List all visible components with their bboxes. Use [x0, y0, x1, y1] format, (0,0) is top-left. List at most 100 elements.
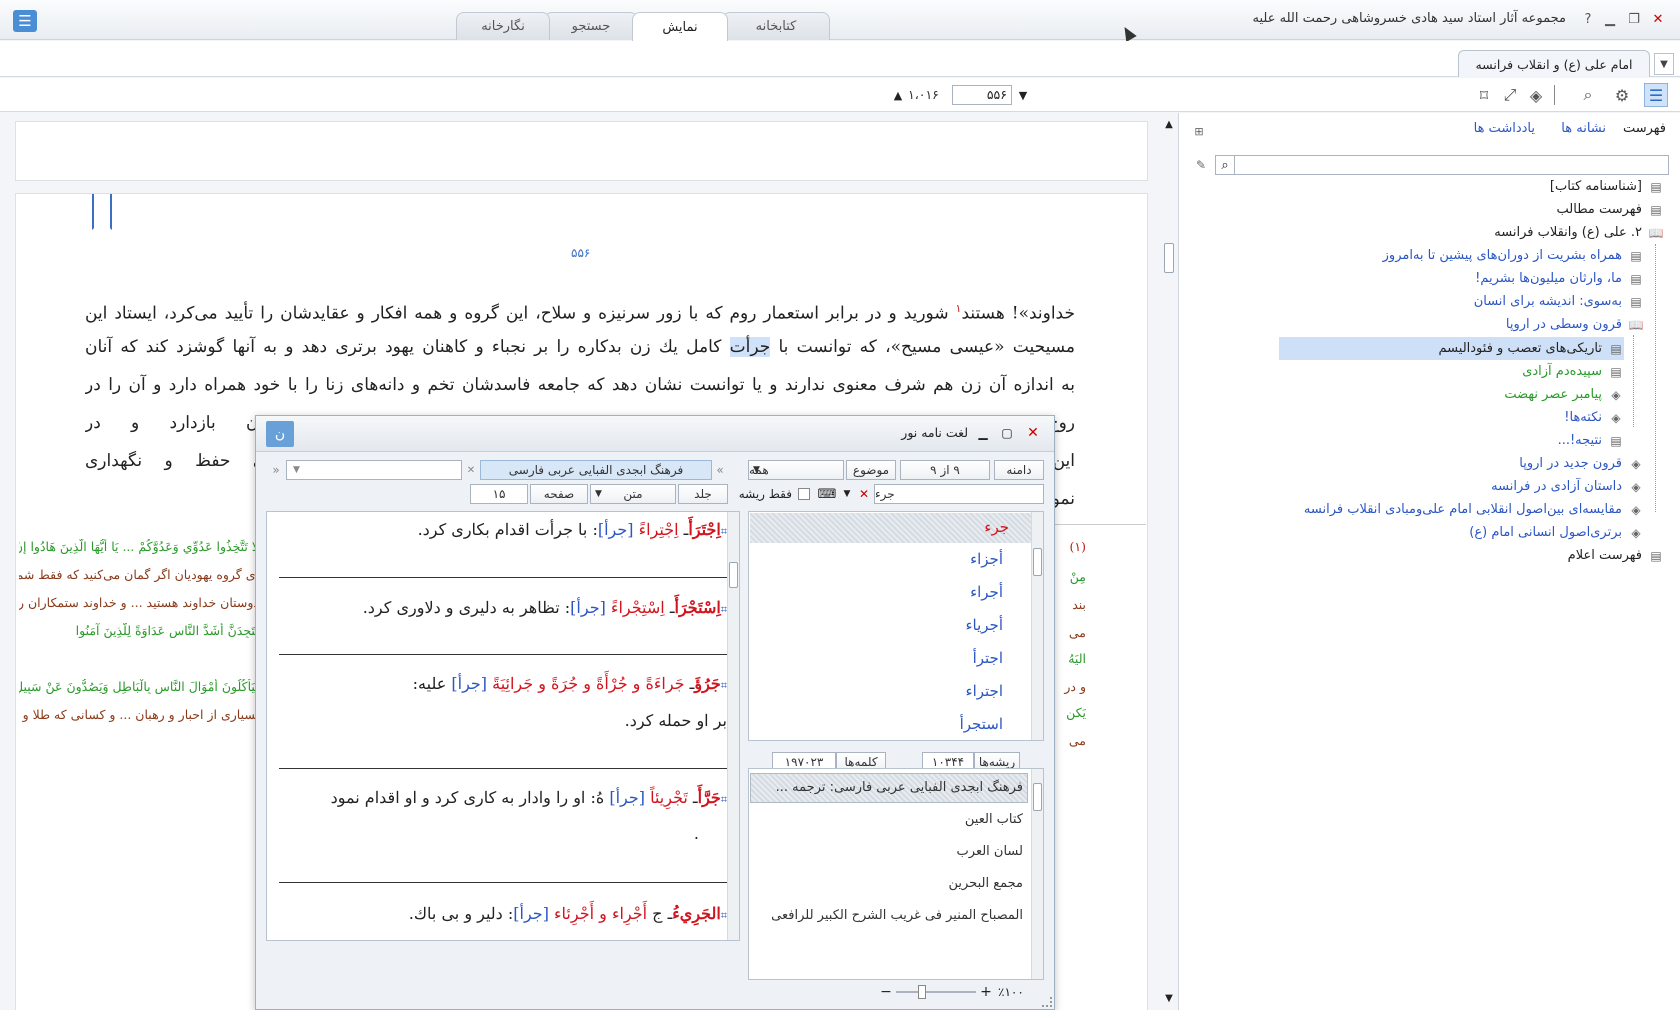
gear-icon[interactable]: ⚙: [1610, 83, 1634, 107]
tree-item[interactable]: 📖 ۲. علی (ع) وانقلاب فرانسه: [1494, 221, 1664, 244]
restore-icon[interactable]: ❐: [1624, 9, 1644, 29]
tree-item[interactable]: ▤ به‌سوی: اندیشه برای انسان: [1474, 290, 1644, 313]
dict-forward-icon[interactable]: »: [268, 460, 284, 480]
word-item[interactable]: أجراء: [970, 583, 1003, 601]
tree-item[interactable]: ▤ نتیجه!...: [1558, 429, 1624, 452]
layers-icon[interactable]: ◈: [1524, 83, 1548, 107]
root-only-checkbox[interactable]: [798, 488, 810, 500]
sidebar-search-icon[interactable]: ⌕: [1215, 155, 1235, 175]
word-item[interactable]: اجترأ: [973, 649, 1003, 667]
reader-scrollbar[interactable]: ▲ ▼: [1160, 113, 1178, 1010]
zoom-slider-thumb[interactable]: [918, 985, 926, 999]
document-tab[interactable]: امام علی (ع) و انقلاب فرانسه: [1458, 50, 1650, 77]
dictionary-entry: ⌗جَرَّأَـ تَجْرِيئاً [جرأ] هُ: او را واد…: [330, 788, 727, 807]
dictionary-item[interactable]: كتاب العين: [965, 812, 1023, 827]
tree-item[interactable]: ▤ [شناسنامه کتاب]: [1550, 175, 1664, 198]
resize-grip-icon[interactable]: [1042, 997, 1052, 1007]
zoom-in-icon[interactable]: +: [978, 984, 994, 1000]
word-item[interactable]: اجتراء: [966, 682, 1003, 700]
tree-item[interactable]: ▤ سپیده‌دم آزادی: [1522, 360, 1624, 383]
dict-close-icon[interactable]: ✕: [1024, 424, 1042, 442]
list-icon[interactable]: ☰: [1644, 83, 1668, 107]
scroll-thumb[interactable]: [1033, 783, 1042, 811]
bookmark-icon[interactable]: ⌑: [1472, 83, 1496, 107]
entry-root[interactable]: [جرأ]: [513, 904, 549, 923]
scroll-thumb[interactable]: [729, 562, 738, 588]
tree-item[interactable]: ▤ فهرست اعلام: [1568, 544, 1664, 567]
scroll-up-icon[interactable]: ▲: [1162, 117, 1176, 131]
search-icon[interactable]: ⌕: [1576, 83, 1600, 107]
page-value-input[interactable]: ۱۵: [470, 484, 528, 504]
topic-select[interactable]: همه ▼: [748, 460, 844, 480]
search-mode-dropdown-icon[interactable]: ▼: [840, 484, 854, 504]
selected-word[interactable]: جرأت: [729, 337, 771, 357]
prev-page-icon[interactable]: ▲: [890, 86, 906, 104]
clear-search-icon[interactable]: ✕: [856, 484, 872, 504]
entry-root[interactable]: [جرأ]: [598, 520, 634, 539]
fullscreen-icon[interactable]: ⤢: [1498, 83, 1522, 107]
tree-item[interactable]: ◈ قرون جدید در اروپا: [1519, 452, 1644, 475]
tree-item[interactable]: ◈ مقایسه‌ای بین‌اصول انقلابی امام علی‌ومب…: [1304, 498, 1644, 521]
dict-maximize-icon[interactable]: ▢: [998, 424, 1016, 442]
tree-item[interactable]: ◈ برتری‌اصول انسانی امام (ع): [1469, 521, 1644, 544]
dictionary-item[interactable]: فرهنگ ابجدی الفبایی عربی فارسی: ترجمه ..…: [776, 780, 1023, 795]
tab-search[interactable]: جستجو: [544, 12, 638, 40]
tab-view[interactable]: نمایش: [632, 12, 728, 41]
word-item[interactable]: أجرياء: [965, 616, 1003, 634]
page-number-input[interactable]: ۵۵۶: [952, 85, 1012, 105]
entries-scrollbar[interactable]: [727, 512, 739, 940]
word-list-scrollbar[interactable]: [1031, 512, 1043, 740]
entry-root[interactable]: [جرأ]: [609, 788, 645, 807]
text-mode-select[interactable]: متن ▼: [590, 484, 676, 504]
scroll-down-icon[interactable]: ▼: [1162, 991, 1176, 1005]
tab-list-dropdown-icon[interactable]: ▼: [1654, 53, 1674, 75]
entry-root[interactable]: [جرأ]: [570, 598, 606, 617]
sidebar-link-toc[interactable]: فهرست: [1623, 121, 1666, 136]
minimize-icon[interactable]: ▁: [1600, 9, 1620, 29]
help-icon[interactable]: ?: [1578, 9, 1598, 29]
dictionary-list-scrollbar[interactable]: [1031, 769, 1043, 979]
entry-derivative: جَراءَةً و جُرْأَةً و جُرَةً و جَرائِيَة…: [492, 674, 685, 693]
scope-button[interactable]: دامنه: [994, 460, 1044, 480]
panel-toggle-icon[interactable]: ⊞: [1191, 123, 1207, 139]
dictionary-item[interactable]: المصباح المنير فى غريب الشرح الكبير للرا…: [771, 908, 1023, 923]
tab-library[interactable]: کتابخانه: [722, 12, 830, 40]
tab-gallery[interactable]: نگارخانه: [456, 12, 550, 40]
tree-item[interactable]: ▤ فهرست مطالب: [1557, 198, 1664, 221]
page-bookmark-icon[interactable]: [92, 194, 112, 230]
dictionary-item[interactable]: مجمع البحرين: [949, 876, 1024, 891]
dict-minimize-icon[interactable]: ▁: [974, 424, 992, 442]
menu-icon[interactable]: ☰: [13, 10, 37, 32]
sidebar-link-notes[interactable]: یادداشت ها: [1474, 121, 1535, 136]
tree-item-selected[interactable]: ▤ تاریکی‌های تعصب و فئودالیسم: [1279, 337, 1624, 360]
dictionary-item[interactable]: لسان العرب: [957, 844, 1023, 859]
tree-item[interactable]: ▤ همراه بشریت از دوران‌های پیشین تا به‌ام…: [1383, 244, 1644, 267]
word-item[interactable]: أجزاء: [970, 550, 1003, 568]
word-item[interactable]: جرء: [984, 518, 1009, 536]
zoom-out-icon[interactable]: −: [878, 984, 894, 1000]
word-item[interactable]: استجرأ: [960, 715, 1003, 733]
dictionary-title-bar[interactable]: ن لغت نامه نور ▁ ▢ ✕: [256, 416, 1054, 452]
footnote-line: ای گروه یهودیان اگر گمان می‌کنید که فقط …: [19, 567, 259, 582]
zoom-slider[interactable]: [896, 985, 976, 999]
text-segment: خداوند»! هستند: [961, 303, 1075, 324]
scroll-thumb[interactable]: [1164, 243, 1174, 273]
tree-item[interactable]: ◈ داستان آزادی در فرانسه: [1491, 475, 1644, 498]
sidebar-search-input[interactable]: [1234, 155, 1669, 175]
tree-item[interactable]: ◈ نکته‌ها!: [1564, 406, 1624, 429]
close-icon[interactable]: ✕: [1648, 9, 1668, 29]
entry-root[interactable]: [جرأ]: [451, 674, 487, 693]
word-search-input[interactable]: جرء: [874, 484, 1044, 504]
tree-item[interactable]: ▤ ما، وارثان میلیون‌ها بشریم!: [1475, 267, 1644, 290]
document-tab-row: امام علی (ع) و انقلاب فرانسه ▼: [0, 41, 1680, 77]
filter-icon[interactable]: ✎: [1192, 155, 1210, 175]
tree-item[interactable]: ◈ پیامبر عصر نهضت: [1504, 383, 1624, 406]
tree-item[interactable]: 📖 قرون وسطی در اروپا: [1506, 313, 1644, 336]
clear-source-icon[interactable]: ✕: [464, 460, 478, 480]
keyboard-icon[interactable]: ⌨: [816, 484, 838, 504]
sidebar-link-bookmarks[interactable]: نشانه ها: [1561, 121, 1606, 136]
source-history-input[interactable]: ▼: [286, 460, 462, 480]
next-page-icon[interactable]: ▼: [1015, 86, 1031, 104]
dict-back-icon[interactable]: «: [712, 460, 728, 480]
scroll-thumb[interactable]: [1033, 548, 1042, 576]
